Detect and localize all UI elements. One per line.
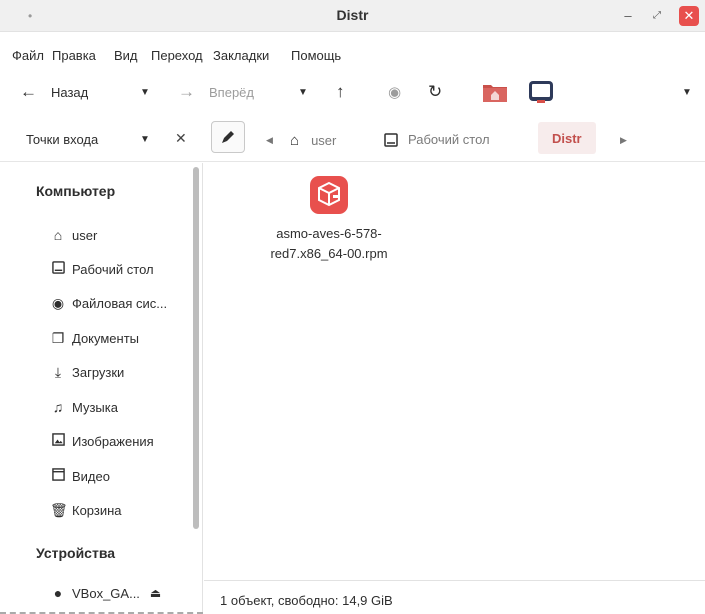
sidebar-item-label: user (72, 227, 98, 243)
breadcrumb-scroll-left-icon[interactable]: ◀ (266, 135, 273, 146)
rpm-package-icon (310, 176, 348, 214)
file-name: asmo-aves-6-578- red7.x86_64-00.rpm (254, 224, 404, 264)
sidebar-item-music[interactable]: ♫ Музыка (50, 399, 118, 415)
pencil-icon (222, 131, 234, 143)
back-history-dropdown[interactable]: ▼ (140, 72, 150, 112)
file-name-line: asmo-aves-6-578- (276, 226, 382, 241)
sidebar-item-documents[interactable]: ❐ Документы (50, 330, 139, 347)
menu-help[interactable]: Помощь (291, 48, 341, 63)
file-name-line: red7.x86_64-00.rpm (270, 246, 388, 261)
chevron-down-icon: ▼ (298, 86, 308, 98)
reload-icon: ↻ (428, 82, 443, 101)
edit-location-button[interactable] (211, 121, 245, 153)
sidebar-item-pictures[interactable]: Изображения (50, 433, 154, 449)
computer-icon (529, 81, 553, 103)
breadcrumb-label: Distr (552, 130, 582, 146)
sidebar-item-desktop[interactable]: Рабочий стол (50, 261, 154, 277)
window-title: Distr (336, 7, 369, 23)
home-icon: ⌂ (53, 227, 63, 243)
desktop-icon (50, 261, 66, 277)
home-folder-icon (483, 85, 507, 102)
status-text: 1 объект, свободно: 14,9 GiB (220, 593, 393, 608)
desktop-icon (384, 132, 398, 147)
menu-edit[interactable]: Правка (52, 48, 96, 63)
computer-section-heading: Компьютер (36, 183, 116, 199)
arrow-up-icon: ↑ (336, 82, 345, 101)
home-icon: ⌂ (290, 132, 300, 149)
arrow-left-icon: ← (20, 82, 37, 101)
minimize-button[interactable]: – (618, 6, 638, 26)
breadcrumb-scroll-right-icon[interactable]: ▶ (620, 135, 627, 146)
breadcrumb-label: Рабочий стол (408, 132, 490, 147)
computer-button[interactable] (528, 72, 554, 112)
documents-icon: ❐ (51, 330, 65, 346)
sidebar-scrollbar[interactable] (193, 167, 199, 529)
maximize-button[interactable]: ⤢ (647, 6, 667, 26)
sidebar-item-label: VBox_GA... (72, 585, 140, 601)
breadcrumb-item-user[interactable]: ⌂ user (290, 132, 336, 149)
eject-icon[interactable]: ⏏ (150, 586, 161, 600)
back-button[interactable]: ← Назад (20, 72, 88, 112)
menu-go[interactable]: Переход (151, 48, 203, 63)
sidebar-item-downloads[interactable]: ⤓ Загрузки (50, 364, 124, 381)
menu-file[interactable]: Файл (12, 48, 44, 63)
chevron-down-icon: ▼ (682, 86, 692, 98)
sidebar-item-trash[interactable]: 🗑︎ Корзина (50, 502, 122, 519)
sidebar-item-video[interactable]: Видео (50, 468, 110, 484)
sidebar-mode-label[interactable]: Точки входа (26, 132, 98, 147)
filesystem-icon: ◉ (51, 295, 65, 311)
close-sidebar-icon[interactable]: ✕ (175, 130, 187, 147)
file-view: asmo-aves-6-578- red7.x86_64-00.rpm (204, 163, 705, 578)
reload-button[interactable]: ↻ (428, 72, 442, 112)
file-item[interactable]: asmo-aves-6-578- red7.x86_64-00.rpm (254, 175, 404, 264)
stop-button[interactable]: ◉ (388, 72, 401, 112)
sidebar-item-label: Загрузки (72, 365, 125, 380)
disc-icon: ● (53, 585, 63, 601)
breadcrumb-item-distr[interactable]: Distr (538, 122, 596, 154)
chevron-down-icon[interactable]: ▼ (140, 134, 150, 145)
video-icon (50, 468, 66, 484)
stop-icon: ◉ (388, 84, 402, 101)
devices-section-heading: Устройства (36, 545, 116, 561)
menu-bar: Файл Правка Вид Переход Закладки Помощь (0, 44, 705, 66)
sidebar-item-label: Документы (72, 331, 140, 346)
sidebar-item-user[interactable]: ⌂ user (50, 227, 98, 243)
up-button[interactable]: ↑ (336, 72, 345, 112)
sidebar-item-label: Рабочий стол (72, 261, 154, 277)
toolbar: ← Назад ▼ → Вперёд ▼ ↑ ◉ ↻ ▼ (0, 72, 705, 112)
chevron-down-icon: ▼ (140, 86, 150, 98)
trash-icon: 🗑︎ (50, 502, 68, 518)
arrow-right-icon: → (178, 82, 195, 101)
sidebar-item-label: Изображения (72, 433, 154, 449)
menu-view[interactable]: Вид (114, 48, 138, 63)
title-bar: • Distr – ⤢ ✕ (0, 0, 705, 32)
sidebar-item-label: Видео (72, 468, 110, 484)
breadcrumb-label: user (311, 133, 337, 148)
downloads-icon: ⤓ (54, 364, 62, 380)
music-icon: ♫ (52, 399, 64, 415)
menu-bookmarks[interactable]: Закладки (213, 48, 269, 63)
status-bar: 1 объект, свободно: 14,9 GiB (204, 580, 705, 614)
pictures-icon (50, 433, 66, 449)
sidebar-item-label: Музыка (72, 399, 118, 415)
forward-button[interactable]: → Вперёд (178, 72, 254, 112)
sidebar-item-filesystem[interactable]: ◉ Файловая сис... (50, 295, 167, 312)
location-bar: Точки входа ▼ ✕ ◀ ⌂ user Рабочий стол Di… (0, 112, 705, 162)
places-sidebar: Компьютер ⌂ user Рабочий стол ◉ Файловая… (0, 163, 203, 614)
close-button[interactable]: ✕ (679, 6, 699, 26)
back-label: Назад (51, 84, 89, 100)
home-folder-button[interactable] (482, 72, 508, 112)
forward-history-dropdown[interactable]: ▼ (298, 72, 308, 112)
sidebar-item-label: Файловая сис... (72, 296, 168, 311)
sidebar-device-vbox[interactable]: ● VBox_GA... ⏏ (50, 585, 162, 601)
toolbar-overflow-dropdown[interactable]: ▼ (682, 72, 692, 112)
forward-label: Вперёд (209, 84, 254, 100)
breadcrumb-item-desktop[interactable]: Рабочий стол (384, 132, 490, 147)
sidebar-item-label: Корзина (72, 503, 122, 518)
